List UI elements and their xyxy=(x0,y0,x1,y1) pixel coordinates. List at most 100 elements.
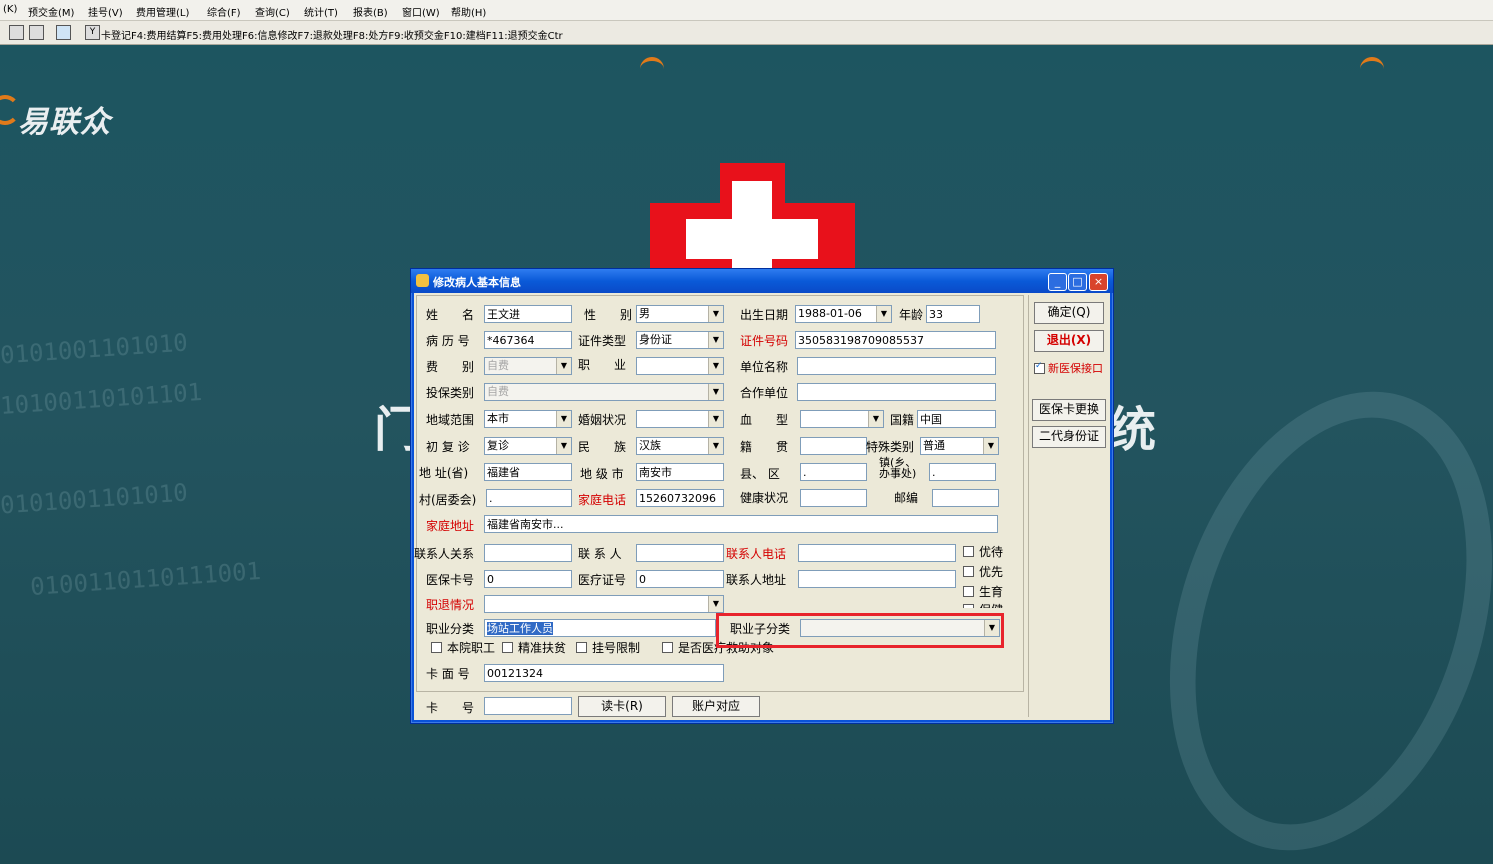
town-input[interactable]: . xyxy=(929,463,996,481)
idtype-label: 证件类型 xyxy=(578,334,627,348)
nation-label: 国籍 xyxy=(890,413,915,427)
record-input[interactable]: *467364 xyxy=(484,331,572,349)
menu-item-k[interactable]: (K) xyxy=(3,4,17,15)
phone-input[interactable]: 15260732096 xyxy=(636,489,724,507)
address-input[interactable]: 福建省南安市... xyxy=(484,515,998,533)
dialog-titlebar[interactable]: 修改病人基本信息 _ □ × xyxy=(411,269,1113,293)
village-input[interactable]: . xyxy=(486,489,572,507)
menu-item-help[interactable]: 帮助(H) xyxy=(451,4,486,19)
age-input[interactable]: 33 xyxy=(926,305,980,323)
id-card-button[interactable]: 二代身份证 xyxy=(1032,426,1106,448)
menu-item-general[interactable]: 综合(F) xyxy=(207,4,241,19)
native-input[interactable] xyxy=(800,437,867,455)
other-checkbox[interactable] xyxy=(662,642,673,653)
chevron-down-icon[interactable]: ▼ xyxy=(708,596,723,612)
baojian-checkbox[interactable] xyxy=(963,604,974,608)
change-card-button[interactable]: 医保卡更换 xyxy=(1032,399,1106,421)
menu-item-report[interactable]: 报表(B) xyxy=(353,4,388,19)
card-no-label: 卡 号 xyxy=(426,701,475,715)
contact-addr-input[interactable] xyxy=(798,570,956,588)
read-card-button[interactable]: 读卡(R) xyxy=(578,696,666,717)
chevron-down-icon[interactable]: ▼ xyxy=(876,306,891,322)
chevron-down-icon[interactable]: ▼ xyxy=(556,358,571,374)
image-icon[interactable] xyxy=(56,25,71,40)
shengyu-checkbox[interactable] xyxy=(963,586,974,597)
contact-rel-input[interactable] xyxy=(484,544,572,562)
maximize-icon[interactable]: □ xyxy=(1068,273,1087,291)
insure-card-input[interactable]: 0 xyxy=(484,570,572,588)
menu-item-query[interactable]: 查询(C) xyxy=(255,4,290,19)
menu-item-register[interactable]: 挂号(V) xyxy=(88,4,123,19)
sex-select[interactable]: 男 ▼ xyxy=(636,305,724,323)
chevron-down-icon[interactable]: ▼ xyxy=(868,411,883,427)
contact-input[interactable] xyxy=(636,544,724,562)
exit-button[interactable]: 退出(X) xyxy=(1034,330,1104,352)
region-label: 地域范围 xyxy=(426,413,475,427)
menu-item-window[interactable]: 窗口(W) xyxy=(402,4,440,19)
name-label: 姓 名 xyxy=(426,308,475,322)
menu-item-prepay[interactable]: 预交金(M) xyxy=(28,4,74,19)
card-face-input[interactable]: 00121324 xyxy=(484,664,724,682)
retire-select[interactable]: ▼ xyxy=(484,595,724,613)
menu-item-fee[interactable]: 费用管理(L) xyxy=(136,4,189,19)
contact-phone-input[interactable] xyxy=(798,544,956,562)
special-select[interactable]: 普通 ▼ xyxy=(920,437,999,455)
blood-select[interactable]: ▼ xyxy=(800,410,884,428)
calculator-icon[interactable] xyxy=(9,25,24,40)
health-input[interactable] xyxy=(800,489,867,507)
city-input[interactable]: 南安市 xyxy=(636,463,724,481)
chevron-down-icon[interactable]: ▼ xyxy=(708,332,723,348)
marital-select[interactable]: ▼ xyxy=(636,410,724,428)
card-no-input[interactable] xyxy=(484,697,572,715)
postcode-input[interactable] xyxy=(932,489,999,507)
visit-select[interactable]: 复诊 ▼ xyxy=(484,437,572,455)
job-cat-input[interactable]: 场站工作人员 xyxy=(484,619,716,637)
fee-select[interactable]: 自费 ▼ xyxy=(484,357,572,375)
ins-select[interactable]: 自费 ▼ xyxy=(484,383,724,401)
unit-input[interactable] xyxy=(797,357,996,375)
confirm-button[interactable]: 确定(Q) xyxy=(1034,302,1104,324)
account-button[interactable]: 账户对应 xyxy=(672,696,760,717)
menu-item-stats[interactable]: 统计(T) xyxy=(304,4,338,19)
poverty-checkbox[interactable] xyxy=(502,642,513,653)
chevron-down-icon[interactable]: ▼ xyxy=(708,438,723,454)
postcode-label: 邮编 xyxy=(894,491,919,505)
chevron-down-icon[interactable]: ▼ xyxy=(708,384,723,400)
job-select[interactable]: ▼ xyxy=(636,357,724,375)
ethnic-label: 民 族 xyxy=(578,440,627,454)
reg-limit-checkbox[interactable] xyxy=(576,642,587,653)
chevron-down-icon[interactable]: ▼ xyxy=(556,438,571,454)
staff-checkbox[interactable] xyxy=(431,642,442,653)
coop-input[interactable] xyxy=(797,383,996,401)
region-select[interactable]: 本市 ▼ xyxy=(484,410,572,428)
med-cert-input[interactable]: 0 xyxy=(636,570,724,588)
county-label: 县、 区 xyxy=(740,467,780,481)
dob-picker[interactable]: 1988-01-06 ▼ xyxy=(795,305,892,323)
youdai-label: 优待 xyxy=(979,545,1004,559)
menu-bar: (K) 预交金(M) 挂号(V) 费用管理(L) 综合(F) 查询(C) 统计(… xyxy=(0,0,1493,21)
idno-input[interactable]: 350583198709085537 xyxy=(795,331,996,349)
new-iface-checkbox[interactable]: ✓ xyxy=(1034,361,1045,374)
county-input[interactable]: . xyxy=(800,463,867,481)
youxian-checkbox[interactable] xyxy=(963,566,974,577)
province-input[interactable]: 福建省 xyxy=(484,463,572,481)
nation-input[interactable]: 中国 xyxy=(917,410,996,428)
minimize-icon[interactable]: _ xyxy=(1048,273,1067,291)
ethnic-select[interactable]: 汉族 ▼ xyxy=(636,437,724,455)
chevron-down-icon[interactable]: ▼ xyxy=(708,411,723,427)
chevron-down-icon[interactable]: ▼ xyxy=(708,306,723,322)
grid-icon[interactable] xyxy=(29,25,44,40)
close-icon[interactable]: × xyxy=(1089,273,1108,291)
idtype-select[interactable]: 身份证 ▼ xyxy=(636,331,724,349)
y-icon[interactable]: Y xyxy=(85,25,100,40)
chevron-down-icon[interactable]: ▼ xyxy=(983,438,998,454)
name-input[interactable]: 王文进 xyxy=(484,305,572,323)
bg-binary-text: 0100110110111001 xyxy=(29,556,262,602)
app-logo-icon xyxy=(640,57,664,71)
chevron-down-icon[interactable]: ▼ xyxy=(556,411,571,427)
age-label: 年龄 xyxy=(899,308,924,322)
youdai-checkbox[interactable] xyxy=(963,546,974,557)
contact-label: 联 系 人 xyxy=(578,547,622,561)
bg-ring-shape xyxy=(1114,349,1493,864)
chevron-down-icon[interactable]: ▼ xyxy=(708,358,723,374)
